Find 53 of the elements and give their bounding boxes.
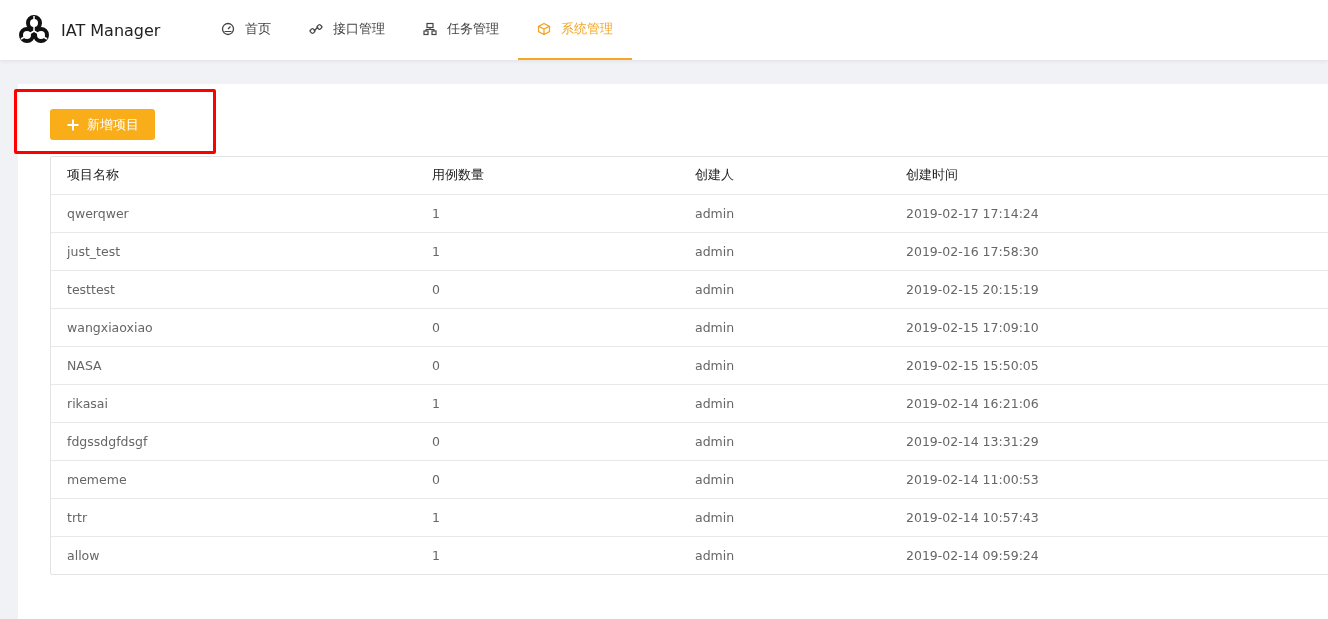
table-cell-text: just_test	[65, 244, 122, 259]
table-cell-text: 2019-02-14 11:00:53	[905, 472, 1040, 487]
link-icon	[309, 22, 323, 36]
table-cell-text: 2019-02-15 15:50:05	[905, 358, 1040, 373]
table-cell-text: 2019-02-14 10:57:43	[905, 510, 1040, 525]
column-header: 创建人	[694, 167, 735, 184]
table-cell-text: testtest	[66, 282, 116, 297]
app-title: IAT Manager	[61, 20, 161, 40]
table-cell-text: trtr	[66, 510, 89, 525]
table-cell-text: 0	[431, 358, 441, 373]
table-cell-text: admin	[694, 434, 736, 449]
table-cell-text: 1	[431, 206, 441, 221]
table-cell-text: 2019-02-16 17:58:30	[905, 244, 1040, 259]
table-cell-text: 1	[431, 510, 441, 525]
table-cell-text: admin	[694, 548, 736, 563]
table-cell-text: admin	[694, 244, 736, 259]
table-cell-text: 2019-02-14 09:59:24	[905, 548, 1040, 563]
hierarchy-icon	[423, 22, 437, 36]
table-cell-text: allow	[66, 548, 101, 563]
gauge-icon	[221, 22, 235, 36]
table-cell-text: mememe	[66, 472, 128, 487]
table-cell-text: fdgssdgfdsgf	[66, 434, 149, 449]
column-header: 项目名称	[66, 167, 120, 184]
table-cell-text: admin	[694, 396, 736, 411]
table-cell-text: 2019-02-17 17:14:24	[905, 206, 1040, 221]
column-header: 创建时间	[905, 167, 959, 184]
table-cell-text: 0	[431, 320, 441, 335]
table-cell-text: admin	[694, 510, 736, 525]
table-cell-text: 2019-02-15 20:15:19	[905, 282, 1040, 297]
table-cell-text: admin	[694, 472, 736, 487]
table-cell-text: rikasai	[66, 396, 109, 411]
table-cell-text: 0	[431, 434, 441, 449]
table-cell-text: qwerqwer	[66, 206, 130, 221]
table-cell-text: admin	[694, 206, 736, 221]
table-cell-text: NASA	[66, 358, 103, 373]
table-cell-text: admin	[694, 320, 736, 335]
column-header: 用例数量	[431, 167, 485, 184]
nav-tab[interactable]: 接口管理	[290, 0, 404, 60]
nav-tab[interactable]: 任务管理	[404, 0, 518, 60]
table-cell-text: 0	[431, 472, 441, 487]
table-cell-text: admin	[694, 282, 736, 297]
table-cell-text: 1	[431, 244, 441, 259]
table-cell-text: 0	[431, 282, 441, 297]
cube-icon	[537, 22, 551, 36]
table-cell-text: 2019-02-14 16:21:06	[905, 396, 1040, 411]
table-cell-text: wangxiaoxiao	[66, 320, 154, 335]
table-cell-text: 2019-02-14 13:31:29	[905, 434, 1040, 449]
table-cell-text: admin	[694, 358, 736, 373]
table-cell-text: 1	[431, 396, 441, 411]
plus-icon	[67, 118, 79, 131]
table-cell-text: 1	[431, 548, 441, 563]
nav-tab[interactable]: 首页	[202, 0, 290, 60]
table-cell-text: 2019-02-15 17:09:10	[905, 320, 1040, 335]
